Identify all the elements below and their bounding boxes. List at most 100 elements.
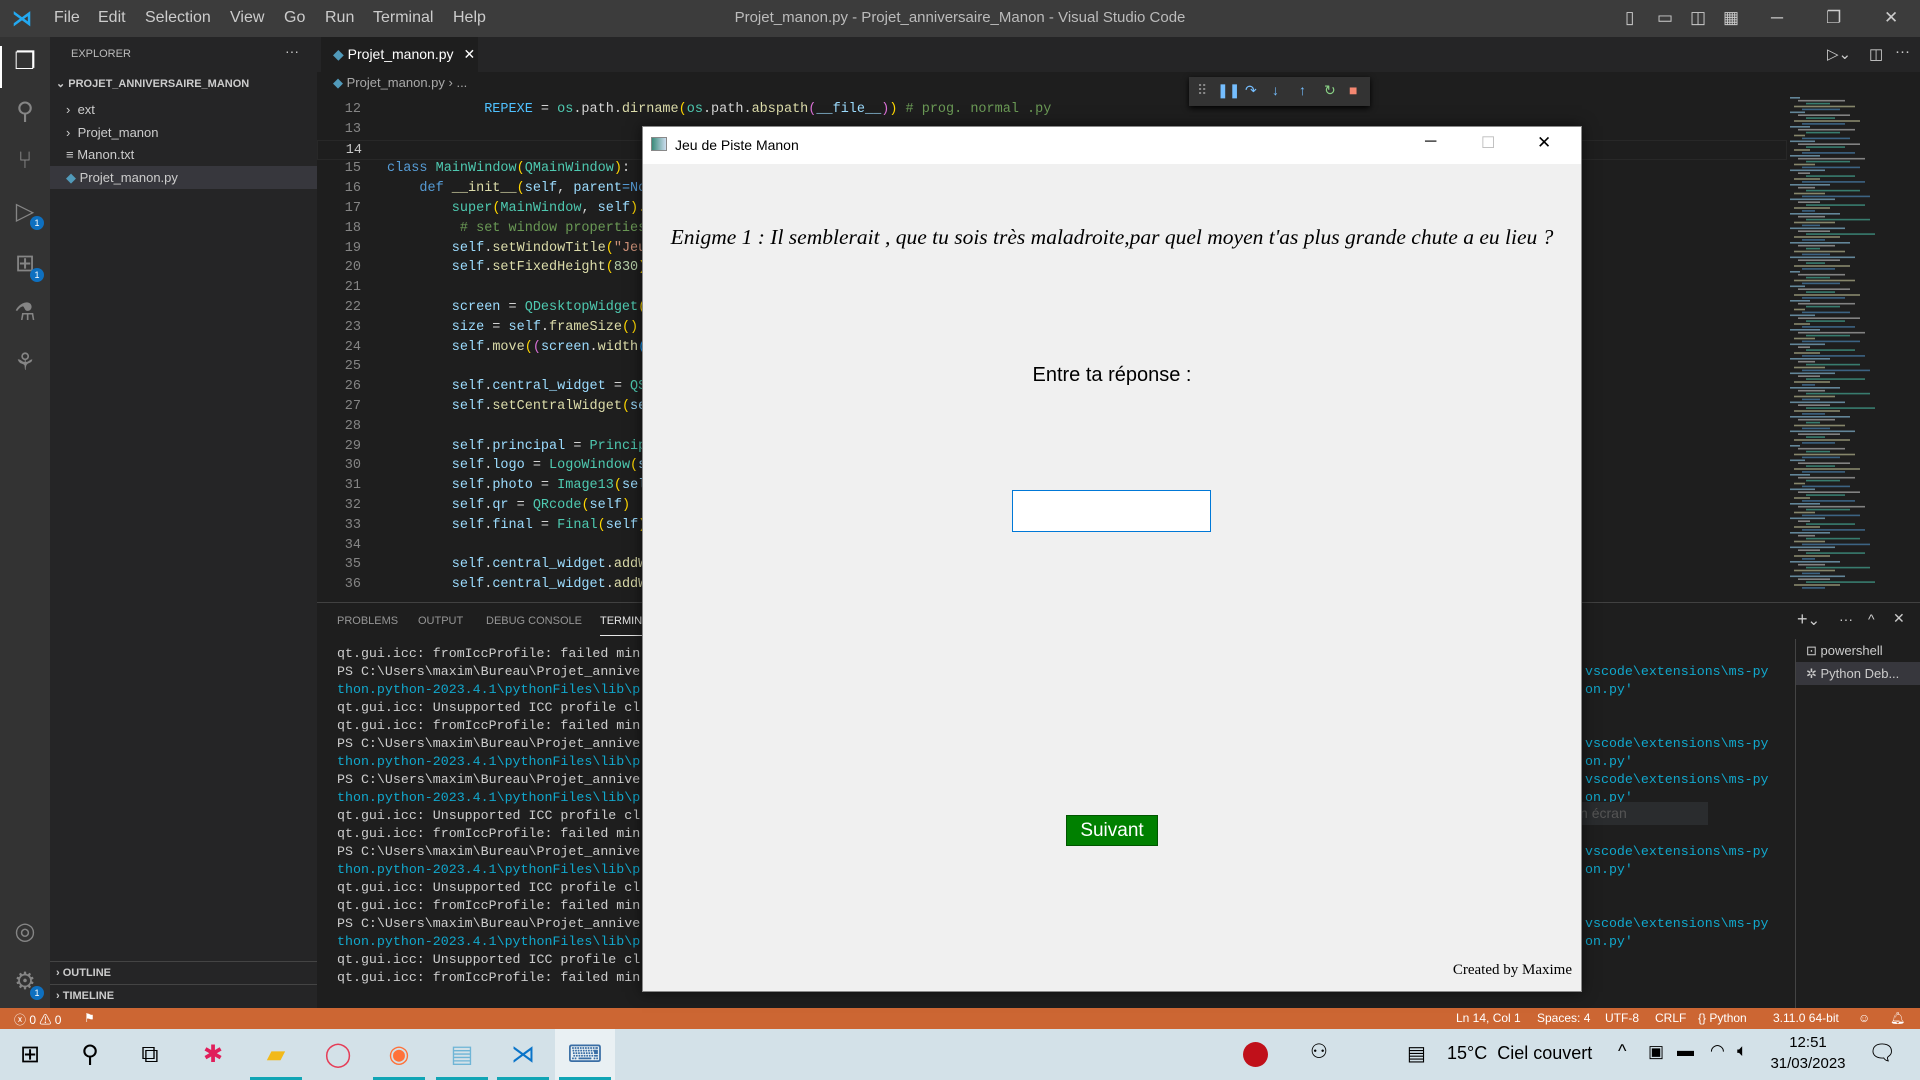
code-text: self.central_widget = QS	[452, 377, 646, 397]
search-icon[interactable]: ⚲	[10, 97, 40, 127]
menu-view[interactable]: View	[230, 9, 264, 27]
close-tab-icon[interactable]: ✕	[464, 46, 476, 62]
python-interpreter[interactable]: 3.11.0 64-bit	[1773, 1011, 1839, 1025]
debug-status-icon[interactable]: ⚑	[84, 1011, 95, 1025]
project-folder-header[interactable]: ⌄ PROJET_ANNIVERSAIRE_MANON	[50, 73, 317, 96]
editor-more-icon[interactable]: ···	[1895, 43, 1910, 60]
feedback-icon[interactable]: ☺	[1858, 1011, 1870, 1025]
maximize-panel-icon[interactable]: ^	[1868, 611, 1875, 627]
python-app-icon[interactable]: ⌨	[555, 1029, 615, 1080]
line-ending[interactable]: CRLF	[1655, 1011, 1686, 1025]
notification-center-icon[interactable]: 🗨︎	[1868, 1040, 1896, 1066]
tree-item-projet-manon[interactable]: › Projet_manon	[50, 121, 317, 144]
volume-icon[interactable]: 🔈︎	[1737, 1041, 1747, 1061]
vscode-icon[interactable]: ⋊	[493, 1029, 553, 1080]
show-hidden-icons[interactable]: ^	[1618, 1041, 1626, 1062]
tree-item-projet-manon-py[interactable]: ◆ Projet_manon.py	[50, 166, 317, 189]
menu-run[interactable]: Run	[325, 9, 354, 27]
toggle-panel-icon[interactable]: ▭	[1657, 8, 1673, 28]
minimap-line	[1794, 178, 1820, 180]
toggle-sidebar-icon[interactable]: ▯	[1625, 8, 1634, 28]
app-close-icon[interactable]: ✕	[1537, 133, 1551, 153]
tab-output[interactable]: OUTPUT	[418, 615, 463, 627]
weather-text[interactable]: 15°C Ciel couvert	[1447, 1043, 1592, 1064]
close-icon[interactable]: ✕	[1884, 8, 1898, 28]
more-actions-icon[interactable]: ···	[285, 43, 299, 59]
menu-help[interactable]: Help	[453, 9, 486, 27]
source-control-icon[interactable]: ⑂	[10, 146, 40, 176]
battery-icon[interactable]: ▬	[1677, 1041, 1694, 1061]
indentation[interactable]: Spaces: 4	[1537, 1011, 1590, 1025]
tab-debug-console[interactable]: DEBUG CONSOLE	[486, 615, 582, 627]
slack-icon[interactable]: ✱	[183, 1029, 243, 1080]
tab-projet-manon-py[interactable]: ◆ Projet_manon.py ✕	[321, 37, 478, 72]
file-explorer-icon[interactable]: ▰	[246, 1029, 306, 1080]
language-mode[interactable]: {} Python	[1698, 1011, 1747, 1025]
terminal-item-powershell[interactable]: ⊡ powershell	[1796, 639, 1920, 662]
minimize-icon[interactable]: ─	[1771, 8, 1783, 28]
close-panel-icon[interactable]: ✕	[1893, 610, 1905, 627]
red-app-icon[interactable]	[1243, 1042, 1268, 1067]
minimap-line	[1802, 514, 1860, 517]
settings-gear-icon[interactable]: ⚙ 1	[10, 967, 44, 1000]
menu-terminal[interactable]: Terminal	[373, 9, 433, 27]
clock[interactable]: 12:51 31/03/2023	[1770, 1034, 1846, 1072]
restart-icon[interactable]: ↻	[1324, 82, 1336, 99]
cursor-position[interactable]: Ln 14, Col 1	[1456, 1011, 1521, 1025]
step-over-icon[interactable]: ↷	[1245, 82, 1257, 99]
breadcrumb[interactable]: ◆ Projet_manon.py › ...	[333, 75, 467, 91]
timeline-section[interactable]: › TIMELINE	[50, 984, 317, 1007]
problems-status[interactable]: ⓧ 0 ⚠ 0	[14, 1011, 61, 1028]
terminal-item-python-debug[interactable]: ✲ Python Deb...	[1796, 662, 1920, 685]
app-minimize-icon[interactable]: ─	[1425, 133, 1436, 151]
code-token: abspath	[751, 102, 809, 117]
tree-item-ext[interactable]: › ext	[50, 98, 317, 121]
start-button-windows-icon[interactable]: ⊞	[0, 1029, 60, 1080]
drag-handle-icon[interactable]: ⠿	[1197, 82, 1207, 99]
testing-icon[interactable]: ⚗	[10, 298, 40, 328]
new-terminal-icon[interactable]: +⌄	[1797, 609, 1820, 630]
answer-input[interactable]	[1012, 490, 1211, 532]
tree-item-manon-txt[interactable]: ≡ Manon.txt	[50, 143, 317, 166]
weather-icon[interactable]: ▤	[1407, 1041, 1426, 1066]
outline-section[interactable]: › OUTLINE	[50, 961, 317, 984]
wifi-icon[interactable]: ◠	[1710, 1041, 1725, 1061]
notepad-icon[interactable]: ▤	[432, 1029, 492, 1080]
menu-edit[interactable]: Edit	[98, 9, 126, 27]
menu-file[interactable]: File	[54, 9, 80, 27]
python-icon[interactable]: ⚘	[10, 348, 40, 378]
code-text: self.move((screen.width(	[452, 338, 646, 358]
split-editor-icon[interactable]: ◫	[1869, 45, 1883, 63]
explorer-icon[interactable]: ❐	[10, 47, 40, 77]
restore-icon[interactable]: ❐	[1826, 8, 1841, 28]
minimap[interactable]	[1790, 97, 1900, 597]
run-debug-icon[interactable]: ▷ 1	[10, 197, 44, 230]
account-icon[interactable]: ◎	[10, 917, 40, 947]
extensions-icon[interactable]: ⊞ 1	[10, 249, 44, 282]
opera-icon[interactable]: ◯	[308, 1029, 368, 1080]
panel-more-icon[interactable]: ···	[1839, 611, 1853, 627]
customize-layout-icon[interactable]: ▦	[1723, 8, 1739, 28]
encoding[interactable]: UTF-8	[1605, 1011, 1639, 1025]
menu-go[interactable]: Go	[284, 9, 305, 27]
menu-selection[interactable]: Selection	[145, 9, 211, 27]
tab-problems[interactable]: PROBLEMS	[337, 615, 398, 627]
terminal-line: thon.python-2023.4.1\pythonFiles\lib\p	[337, 934, 641, 949]
firefox-icon[interactable]: ◉	[369, 1029, 429, 1080]
camera-icon[interactable]: ▣	[1648, 1042, 1664, 1062]
task-view-icon[interactable]: ⧉	[120, 1029, 180, 1080]
time: 12:51	[1789, 1034, 1827, 1051]
stop-icon[interactable]: ■	[1349, 82, 1357, 98]
search-icon[interactable]: ⚲	[60, 1029, 120, 1080]
minimap-line	[1798, 389, 1825, 392]
toggle-secondary-sidebar-icon[interactable]: ◫	[1690, 8, 1706, 28]
people-icon[interactable]: ⚇	[1310, 1039, 1328, 1064]
step-out-icon[interactable]: ↑	[1299, 82, 1306, 98]
step-into-icon[interactable]: ↓	[1272, 82, 1279, 98]
run-file-icon[interactable]: ▷⌄	[1827, 45, 1851, 63]
suivant-button[interactable]: Suivant	[1066, 815, 1158, 846]
terminal-line: PS C:\Users\maxim\Bureau\Projet_annive	[337, 916, 641, 931]
minimap-line	[1806, 262, 1825, 264]
notifications-icon[interactable]: 🔔︎	[1890, 1011, 1905, 1025]
pause-icon[interactable]: ❚❚	[1217, 82, 1240, 99]
